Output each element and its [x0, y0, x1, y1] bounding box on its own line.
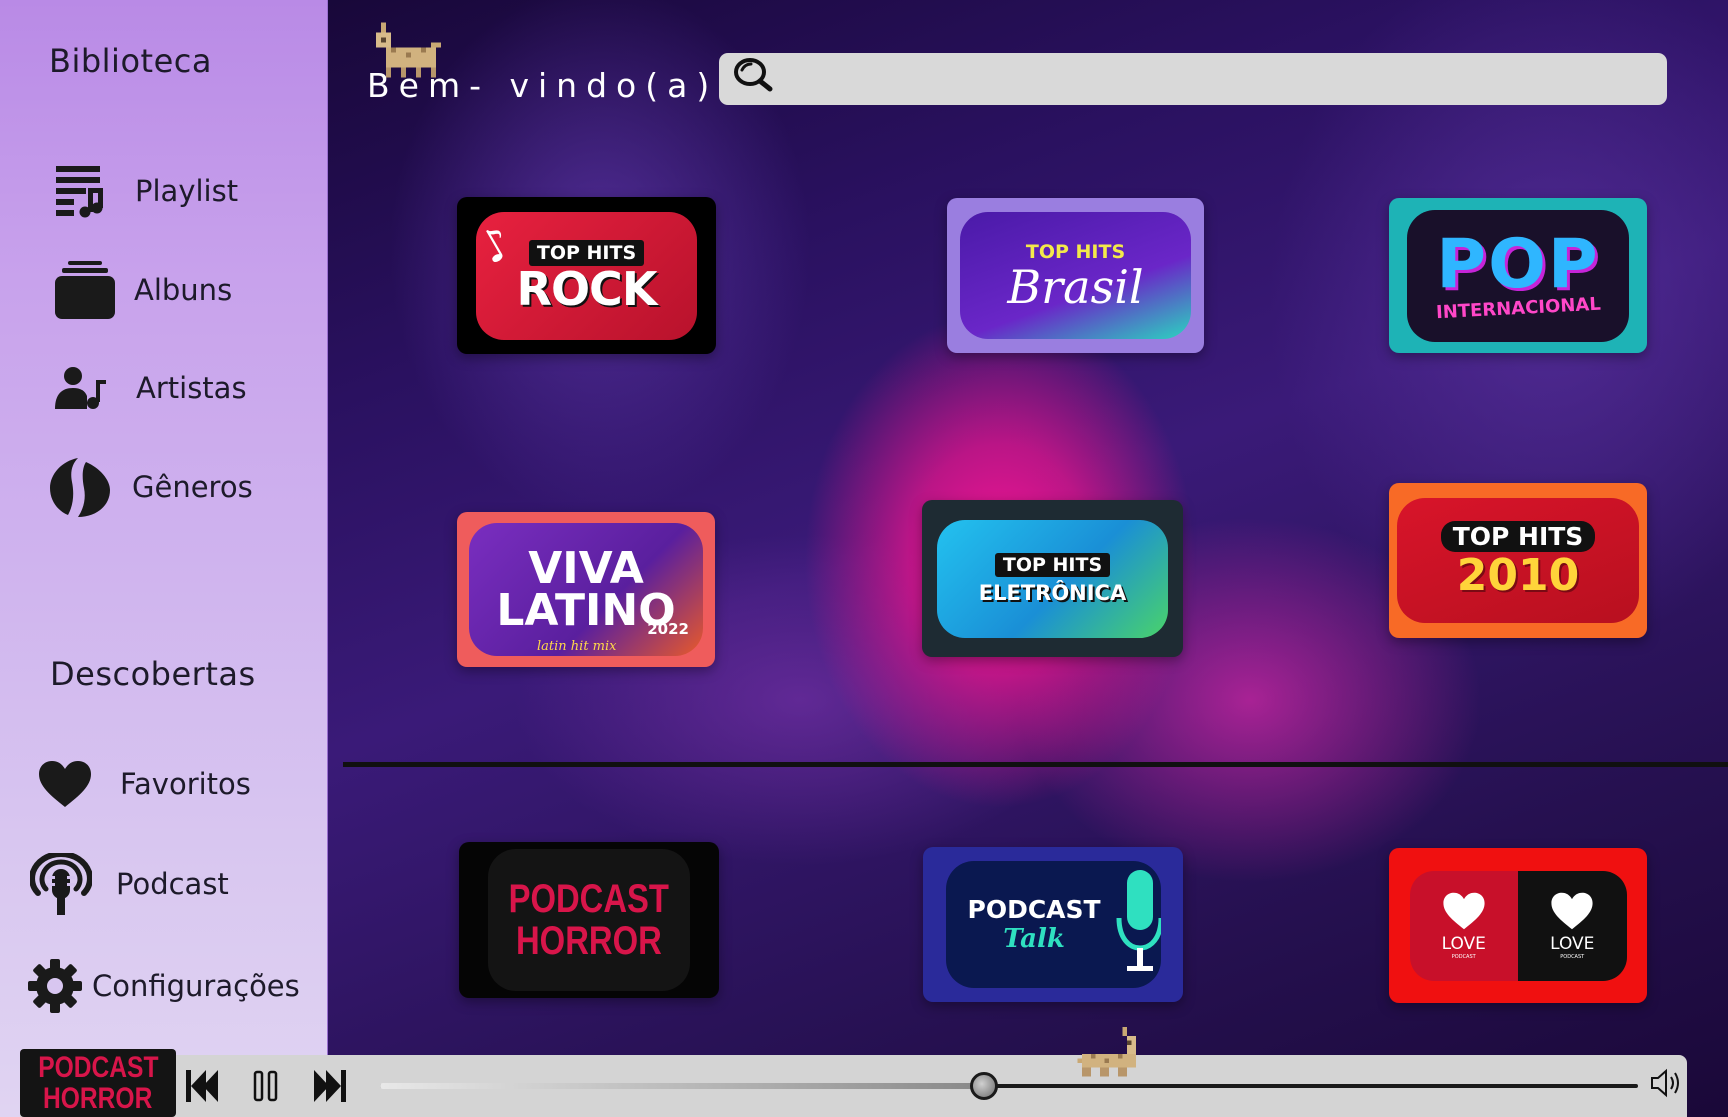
- podcast-cover: PODCAST HORROR: [488, 849, 690, 991]
- sidebar-item-label: Albuns: [134, 273, 233, 307]
- cover-title: PODCAST: [967, 895, 1101, 924]
- cat-mascot-player: [1077, 1027, 1136, 1077]
- podcast-card-love[interactable]: LOVE PODCAST LOVE PODCAST: [1389, 848, 1647, 1003]
- playlist-cover: TOP HITS 2010: [1397, 498, 1639, 623]
- discover-heading: Descobertas: [50, 655, 256, 693]
- cover-title: 2010: [1456, 550, 1580, 601]
- sidebar-item-label: Gêneros: [132, 470, 253, 504]
- progress-fill: [380, 1083, 984, 1089]
- sidebar-item-albuns[interactable]: Albuns: [54, 260, 232, 320]
- cover-subtitle-1: PODCAST: [1451, 953, 1476, 960]
- previous-icon[interactable]: [185, 1068, 219, 1108]
- heart-icon: [1550, 892, 1594, 934]
- sidebar-item-label: Artistas: [136, 371, 247, 405]
- heart-icon: [38, 760, 92, 808]
- cover-title-2: HORROR: [516, 919, 662, 963]
- sidebar-item-label: Configurações: [92, 969, 300, 1003]
- cover-subtitle: TOP HITS: [994, 552, 1111, 577]
- next-icon[interactable]: [313, 1068, 347, 1108]
- cover-title-2: LOVE: [1550, 933, 1595, 954]
- sidebar-item-label: Favoritos: [120, 767, 251, 801]
- library-heading: Biblioteca: [49, 42, 212, 80]
- playlist-cover: TOP HITS ELETRÔNICA: [937, 519, 1168, 638]
- sidebar-item-favoritos[interactable]: Favoritos: [38, 760, 251, 808]
- cover-year: 2022: [647, 620, 689, 638]
- heart-icon: [1442, 892, 1486, 934]
- pause-icon[interactable]: [253, 1070, 279, 1106]
- cover-title-1: VIVA: [528, 542, 644, 594]
- sidebar-item-label: Playlist: [135, 174, 239, 208]
- album-icon: [54, 260, 116, 320]
- microphone-icon: [1115, 868, 1161, 982]
- artist-icon: [54, 366, 106, 410]
- gear-icon: [27, 958, 83, 1014]
- welcome-title: Bem- vindo(a): [367, 66, 719, 105]
- genre-icon: [48, 456, 112, 518]
- podcast-cover: PODCAST Talk: [945, 861, 1161, 988]
- playlist-card-rock[interactable]: TOP HITS ROCK ♪: [457, 197, 716, 354]
- podcast-card-talk[interactable]: PODCAST Talk: [923, 847, 1183, 1002]
- podcast-cover: LOVE PODCAST LOVE PODCAST: [1409, 870, 1627, 981]
- guitar-icon: ♪: [476, 215, 521, 275]
- cover-title: Brasil: [1007, 259, 1144, 314]
- now-playing-title-1: PODCAST: [37, 1051, 159, 1084]
- playlist-card-pop[interactable]: POP INTERNACIONAL: [1389, 198, 1647, 353]
- playlist-cover: POP INTERNACIONAL: [1407, 209, 1629, 342]
- playlist-card-2010[interactable]: TOP HITS 2010: [1389, 483, 1647, 638]
- cover-title-1: PODCAST: [508, 877, 670, 921]
- sidebar-item-artistas[interactable]: Artistas: [54, 366, 247, 410]
- cover-subtitle: TOP HITS: [1440, 521, 1596, 552]
- sidebar: Biblioteca Playlist Albuns Artistas Gêne…: [0, 0, 328, 1117]
- cover-title: ELETRÔNICA: [978, 580, 1127, 605]
- sidebar-item-label: Podcast: [116, 867, 229, 901]
- playlist-card-latino[interactable]: VIVA LATINO 2022 latin hit mix: [457, 512, 715, 667]
- cover-title: ROCK: [516, 261, 658, 316]
- cover-title-1: LOVE: [1441, 933, 1486, 954]
- search-input[interactable]: [785, 60, 1645, 98]
- section-divider: [343, 762, 1728, 767]
- sidebar-item-configuracoes[interactable]: Configurações: [27, 958, 300, 1014]
- cover-subtitle-2: PODCAST: [1560, 953, 1585, 960]
- podcast-card-horror[interactable]: PODCAST HORROR: [459, 842, 719, 998]
- playlist-cover: VIVA LATINO 2022 latin hit mix: [469, 523, 703, 656]
- playlist-card-brasil[interactable]: TOP HITS Brasil: [947, 198, 1204, 353]
- sidebar-item-playlist[interactable]: Playlist: [54, 164, 238, 218]
- now-playing-title-2: HORROR: [43, 1082, 153, 1115]
- progress-knob[interactable]: [969, 1072, 998, 1100]
- playlist-icon: [54, 164, 106, 218]
- volume-icon[interactable]: [1650, 1068, 1682, 1102]
- cover-subtitle: Talk: [1003, 924, 1065, 954]
- sidebar-item-podcast[interactable]: Podcast: [30, 853, 229, 915]
- now-playing-art[interactable]: PODCAST HORROR: [20, 1049, 176, 1117]
- playlist-cover: TOP HITS Brasil: [960, 212, 1191, 339]
- search-icon[interactable]: [733, 56, 773, 96]
- sidebar-item-generos[interactable]: Gêneros: [48, 456, 253, 518]
- playlist-card-eletronica[interactable]: TOP HITS ELETRÔNICA: [922, 500, 1183, 657]
- podcast-icon: [30, 853, 92, 915]
- cover-title: POP: [1436, 225, 1600, 304]
- cover-tagline: latin hit mix: [537, 639, 617, 654]
- playlist-cover: TOP HITS ROCK ♪: [476, 211, 697, 340]
